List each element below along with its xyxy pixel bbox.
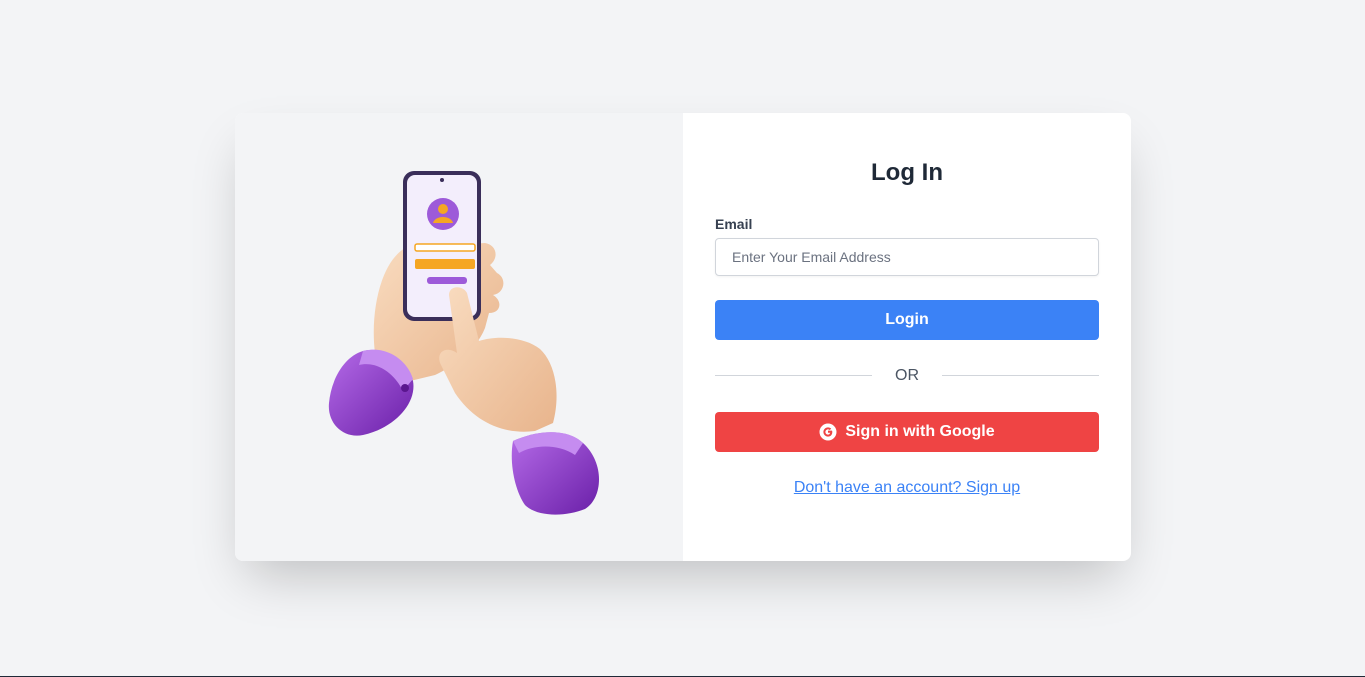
divider-text: OR xyxy=(895,367,919,384)
illustration-panel xyxy=(235,113,683,561)
google-signin-button[interactable]: Sign in with Google xyxy=(715,412,1099,452)
email-label: Email xyxy=(715,216,753,232)
login-card: Log In Email Login OR Sign in with Googl… xyxy=(235,113,1131,561)
divider-line-right xyxy=(942,375,1099,376)
or-divider: OR xyxy=(715,366,1099,386)
login-button[interactable]: Login xyxy=(715,300,1099,340)
login-form-panel: Log In Email Login OR Sign in with Googl… xyxy=(683,113,1131,561)
signup-link[interactable]: Don't have an account? Sign up xyxy=(683,479,1131,497)
hands-phone-illustration xyxy=(328,171,599,515)
page-title: Log In xyxy=(871,159,943,186)
email-field[interactable] xyxy=(715,238,1099,276)
login-page: Log In Email Login OR Sign in with Googl… xyxy=(0,0,1365,677)
google-g-icon xyxy=(819,423,837,441)
google-signin-label: Sign in with Google xyxy=(845,423,995,440)
